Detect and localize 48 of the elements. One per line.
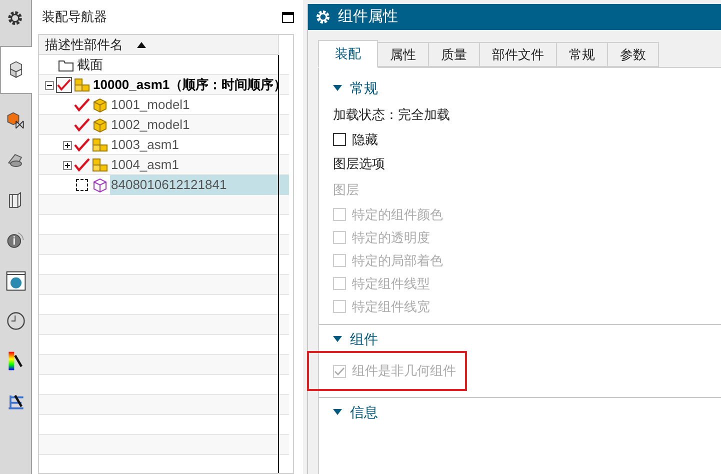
checkmark-icon[interactable] [74, 117, 90, 133]
tab[interactable]: 质量 [428, 42, 480, 67]
column-header[interactable]: 描述性部件名 [39, 35, 279, 55]
checkmark-icon[interactable] [74, 97, 90, 113]
gear-icon [316, 10, 330, 24]
cube-outline-icon [92, 177, 108, 193]
cube-icon [92, 97, 108, 113]
tab[interactable]: 部件文件 [479, 42, 557, 67]
section-header[interactable]: 组件 [350, 328, 378, 350]
sort-ascending-icon [137, 42, 146, 48]
section-header[interactable]: 常规 [350, 78, 378, 98]
browser-globe-icon [4, 270, 26, 292]
tab[interactable]: 参数 [607, 42, 659, 67]
tree-item[interactable]: 1003_asm1 [110, 135, 180, 155]
sidebar-tab[interactable] [0, 46, 32, 94]
section-header[interactable]: 信息 [350, 402, 378, 422]
expanded-arrow-icon[interactable] [333, 85, 342, 91]
tab[interactable]: 属性 [377, 42, 429, 67]
tree-item[interactable]: 8408010612121841 [110, 175, 289, 195]
maximize-icon[interactable] [282, 12, 294, 22]
checkmark-icon[interactable] [74, 157, 90, 173]
panel-title: 装配导航器 [42, 8, 107, 26]
cube-icon [92, 117, 108, 133]
tree-item[interactable]: 1004_asm1 [110, 155, 180, 175]
expand-icon[interactable] [63, 160, 72, 170]
field-label: 图层 [333, 181, 359, 200]
checkbox-label[interactable]: 隐藏 [352, 130, 378, 150]
checkmark-icon[interactable] [56, 77, 72, 93]
expand-icon[interactable] [63, 140, 72, 150]
assembly-icon [92, 137, 108, 153]
clock-icon [4, 310, 26, 332]
dashed-checkbox[interactable] [74, 177, 90, 193]
expanded-arrow-icon[interactable] [333, 336, 342, 342]
tab[interactable]: 装配 [318, 40, 378, 68]
expanded-arrow-icon[interactable] [333, 409, 342, 415]
collapse-icon[interactable] [45, 80, 54, 90]
field-label: 图层选项 [333, 155, 385, 174]
tree-item[interactable]: 1001_model1 [110, 95, 191, 115]
field-label: 加载状态：完全加载 [333, 106, 450, 124]
checkbox[interactable] [333, 133, 346, 146]
tree-item[interactable]: 1002_model1 [110, 115, 191, 135]
tree-item[interactable]: 10000_asm1（顺序：时间顺序） [92, 75, 288, 95]
assembly-icon [92, 157, 108, 173]
panel-title: 组件属性 [338, 6, 398, 27]
tab[interactable]: 常规 [556, 42, 608, 67]
checkmark-icon[interactable] [74, 137, 90, 153]
tree-item[interactable]: 截面 [76, 55, 104, 75]
assembly-icon [74, 77, 90, 93]
